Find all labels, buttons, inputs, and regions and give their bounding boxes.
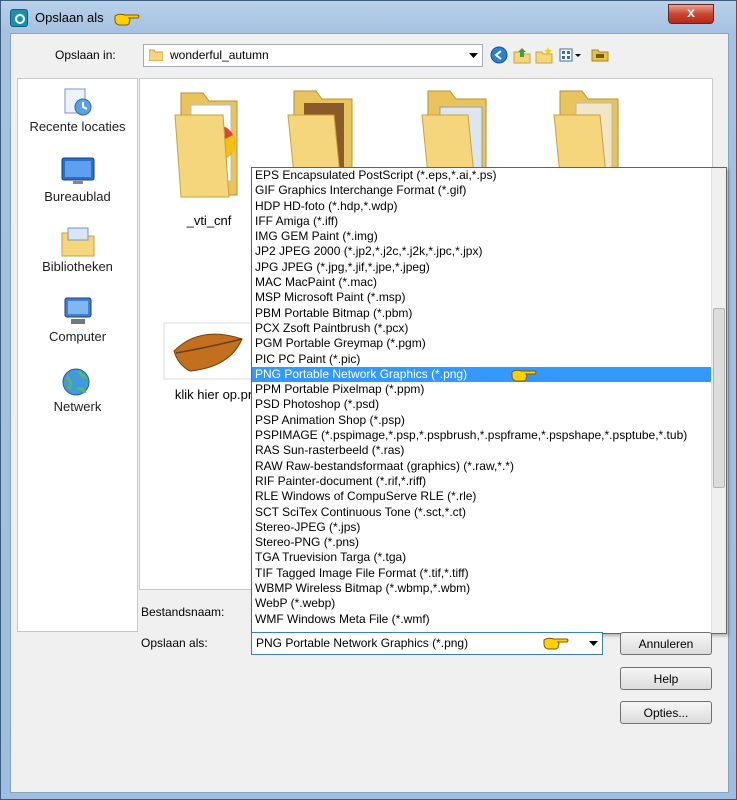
app-icon: [10, 9, 28, 27]
file-type-option[interactable]: TIF Tagged Image File Format (*.tif,*.ti…: [252, 566, 726, 581]
file-type-option[interactable]: RIF Painter-document (*.rif,*.riff): [252, 474, 726, 489]
file-type-option[interactable]: EPS Encapsulated PostScript (*.eps,*.ai,…: [252, 168, 726, 183]
folder-icon: [149, 49, 163, 61]
library-folder-icon[interactable]: [591, 46, 609, 64]
file-type-option[interactable]: SCT SciTex Continuous Tone (*.sct,*.ct): [252, 505, 726, 520]
location-label: Opslaan in:: [55, 48, 116, 62]
view-menu-icon[interactable]: [559, 46, 583, 64]
dialog-title: Opslaan als: [35, 10, 104, 25]
save-type-label: Opslaan als:: [141, 636, 208, 650]
chevron-down-icon[interactable]: [465, 45, 482, 66]
file-type-list[interactable]: EPS Encapsulated PostScript (*.eps,*.ai,…: [251, 167, 727, 634]
place-desktop[interactable]: Bureaublad: [18, 153, 137, 211]
file-type-option[interactable]: PSPIMAGE (*.pspimage,*.psp,*.pspbrush,*.…: [252, 428, 726, 443]
file-type-option[interactable]: PSD Photoshop (*.psd): [252, 397, 726, 412]
place-label: Recente locaties: [29, 119, 126, 134]
place-network[interactable]: Netwerk: [18, 363, 137, 421]
network-icon: [62, 368, 89, 396]
file-type-option[interactable]: TGA Truevision Targa (*.tga): [252, 550, 726, 565]
place-computer[interactable]: Computer: [18, 293, 137, 351]
file-type-option[interactable]: PCX Zsoft Paintbrush (*.pcx): [252, 321, 726, 336]
pointing-hand-icon: [114, 13, 140, 26]
list-scrollbar[interactable]: [711, 168, 726, 633]
folder-item[interactable]: [552, 85, 642, 176]
dialog-body: Opslaan in: wonderful_autumn Recente loc…: [10, 33, 729, 793]
scrollbar-thumb[interactable]: [713, 308, 725, 488]
filename-label: Bestandsnaam:: [141, 605, 225, 619]
file-type-option[interactable]: RLE Windows of CompuServe RLE (*.rle): [252, 489, 726, 504]
place-label: Netwerk: [53, 399, 102, 414]
folder-item[interactable]: [420, 85, 510, 176]
title-bar[interactable]: Opslaan als x: [1, 1, 736, 33]
location-dropdown[interactable]: wonderful_autumn: [143, 44, 483, 67]
recent-places-icon: [64, 88, 91, 116]
file-type-option[interactable]: PSP Animation Shop (*.psp): [252, 413, 726, 428]
file-type-option[interactable]: Stereo-PNG (*.pns): [252, 535, 726, 550]
file-type-option[interactable]: PIC PC Paint (*.pic): [252, 352, 726, 367]
chevron-down-icon[interactable]: [585, 633, 602, 654]
file-type-option[interactable]: IFF Amiga (*.iff): [252, 214, 726, 229]
place-libraries[interactable]: Bibliotheken: [18, 223, 137, 281]
folder-icon: [287, 90, 353, 176]
file-type-option[interactable]: PNG Portable Network Graphics (*.png): [252, 366, 726, 383]
file-type-option[interactable]: PGM Portable Greymap (*.pgm): [252, 336, 726, 351]
new-folder-icon[interactable]: [535, 46, 553, 64]
pointing-hand-icon: [511, 369, 537, 382]
place-label: Bureaublad: [44, 189, 111, 204]
libraries-icon: [61, 227, 94, 257]
location-value: wonderful_autumn: [170, 48, 269, 62]
file-type-option[interactable]: IMG GEM Paint (*.img): [252, 229, 726, 244]
computer-icon: [64, 297, 91, 324]
file-type-option[interactable]: MSP Microsoft Paint (*.msp): [252, 290, 726, 305]
place-label: Bibliotheken: [42, 259, 113, 274]
up-folder-icon[interactable]: [513, 46, 531, 64]
folder-icon: [421, 90, 487, 176]
save-as-dialog: Opslaan als x Opslaan in: wonderful_autu…: [0, 0, 737, 800]
file-type-option[interactable]: MAC MacPaint (*.mac): [252, 275, 726, 290]
file-type-option[interactable]: WMF Windows Meta File (*.wmf): [252, 612, 726, 627]
file-type-option[interactable]: WBMP Wireless Bitmap (*.wbmp,*.wbm): [252, 581, 726, 596]
place-recent[interactable]: Recente locaties: [18, 83, 137, 141]
folder-item[interactable]: [286, 85, 376, 176]
options-button[interactable]: Opties...: [620, 701, 712, 724]
file-type-option[interactable]: JP2 JPEG 2000 (*.jp2,*.j2c,*.j2k,*.jpc,*…: [252, 244, 726, 259]
place-label: Computer: [48, 329, 107, 344]
file-type-option[interactable]: Stereo-JPEG (*.jps): [252, 520, 726, 535]
folder-icon: [553, 90, 619, 176]
places-bar: Recente locaties Bureaublad Bibliotheken…: [17, 78, 138, 632]
file-name: _vti_cnf: [186, 213, 232, 228]
leaf-image-icon: [163, 322, 257, 380]
desktop-icon: [61, 157, 94, 184]
back-icon[interactable]: [490, 46, 508, 64]
save-type-value: PNG Portable Network Graphics (*.png): [256, 636, 469, 650]
folder-item[interactable]: _vti_cnf: [154, 85, 264, 228]
file-type-options: EPS Encapsulated PostScript (*.eps,*.ai,…: [252, 168, 726, 627]
pointing-hand-icon: [543, 637, 569, 650]
save-type-dropdown[interactable]: PNG Portable Network Graphics (*.png): [251, 632, 603, 655]
folder-icon: [174, 92, 238, 198]
close-button[interactable]: x: [668, 4, 714, 24]
cancel-button[interactable]: Annuleren: [620, 632, 712, 655]
file-type-option[interactable]: GIF Graphics Interchange Format (*.gif): [252, 183, 726, 198]
file-type-option[interactable]: PBM Portable Bitmap (*.pbm): [252, 306, 726, 321]
file-type-option[interactable]: PPM Portable Pixelmap (*.ppm): [252, 382, 726, 397]
file-type-option[interactable]: JPG JPEG (*.jpg,*.jif,*.jpe,*.jpeg): [252, 260, 726, 275]
file-type-option[interactable]: HDP HD-foto (*.hdp,*.wdp): [252, 199, 726, 214]
file-type-option[interactable]: RAW Raw-bestandsformaat (graphics) (*.ra…: [252, 459, 726, 474]
file-type-option[interactable]: RAS Sun-rasterbeeld (*.ras): [252, 443, 726, 458]
file-type-option[interactable]: WebP (*.webp): [252, 596, 726, 611]
help-button[interactable]: Help: [620, 667, 712, 690]
